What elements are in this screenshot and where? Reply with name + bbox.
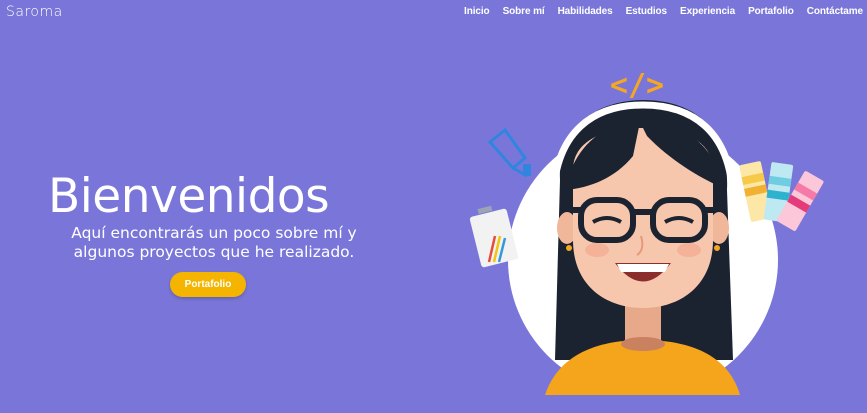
main-nav: Inicio Sobre mí Habilidades Estudios Exp… bbox=[464, 6, 863, 17]
pen-tool-icon bbox=[487, 127, 531, 178]
color-swatches-icon bbox=[739, 161, 824, 231]
clipboard-pencils-icon bbox=[469, 205, 519, 268]
site-logo[interactable]: Saroma bbox=[6, 4, 63, 20]
nav-item-contactame[interactable]: Contáctame bbox=[807, 6, 863, 17]
nav-item-experiencia[interactable]: Experiencia bbox=[680, 6, 735, 17]
nav-item-portafolio[interactable]: Portafolio bbox=[748, 6, 794, 17]
hero-title: Bienvenidos bbox=[48, 169, 330, 224]
hero-subtitle-line2: algunos proyectos que he realizado. bbox=[73, 243, 355, 261]
girl-avatar bbox=[545, 100, 740, 395]
nav-item-sobre-mi[interactable]: Sobre mí bbox=[503, 6, 545, 17]
hero-subtitle-line1: Aquí encontrarás un poco sobre mí y bbox=[71, 224, 357, 242]
nav-item-habilidades[interactable]: Habilidades bbox=[558, 6, 613, 17]
hero-text-block: Bienvenidos bbox=[48, 168, 378, 226]
code-tag-icon: </> bbox=[610, 68, 664, 103]
nav-item-estudios[interactable]: Estudios bbox=[626, 6, 668, 17]
hero-subtitle: Aquí encontrarás un poco sobre mí y algu… bbox=[54, 224, 374, 262]
portafolio-button[interactable]: Portafolio bbox=[170, 272, 246, 297]
hero-illustration: </> bbox=[469, 68, 824, 395]
nav-item-inicio[interactable]: Inicio bbox=[464, 6, 490, 17]
